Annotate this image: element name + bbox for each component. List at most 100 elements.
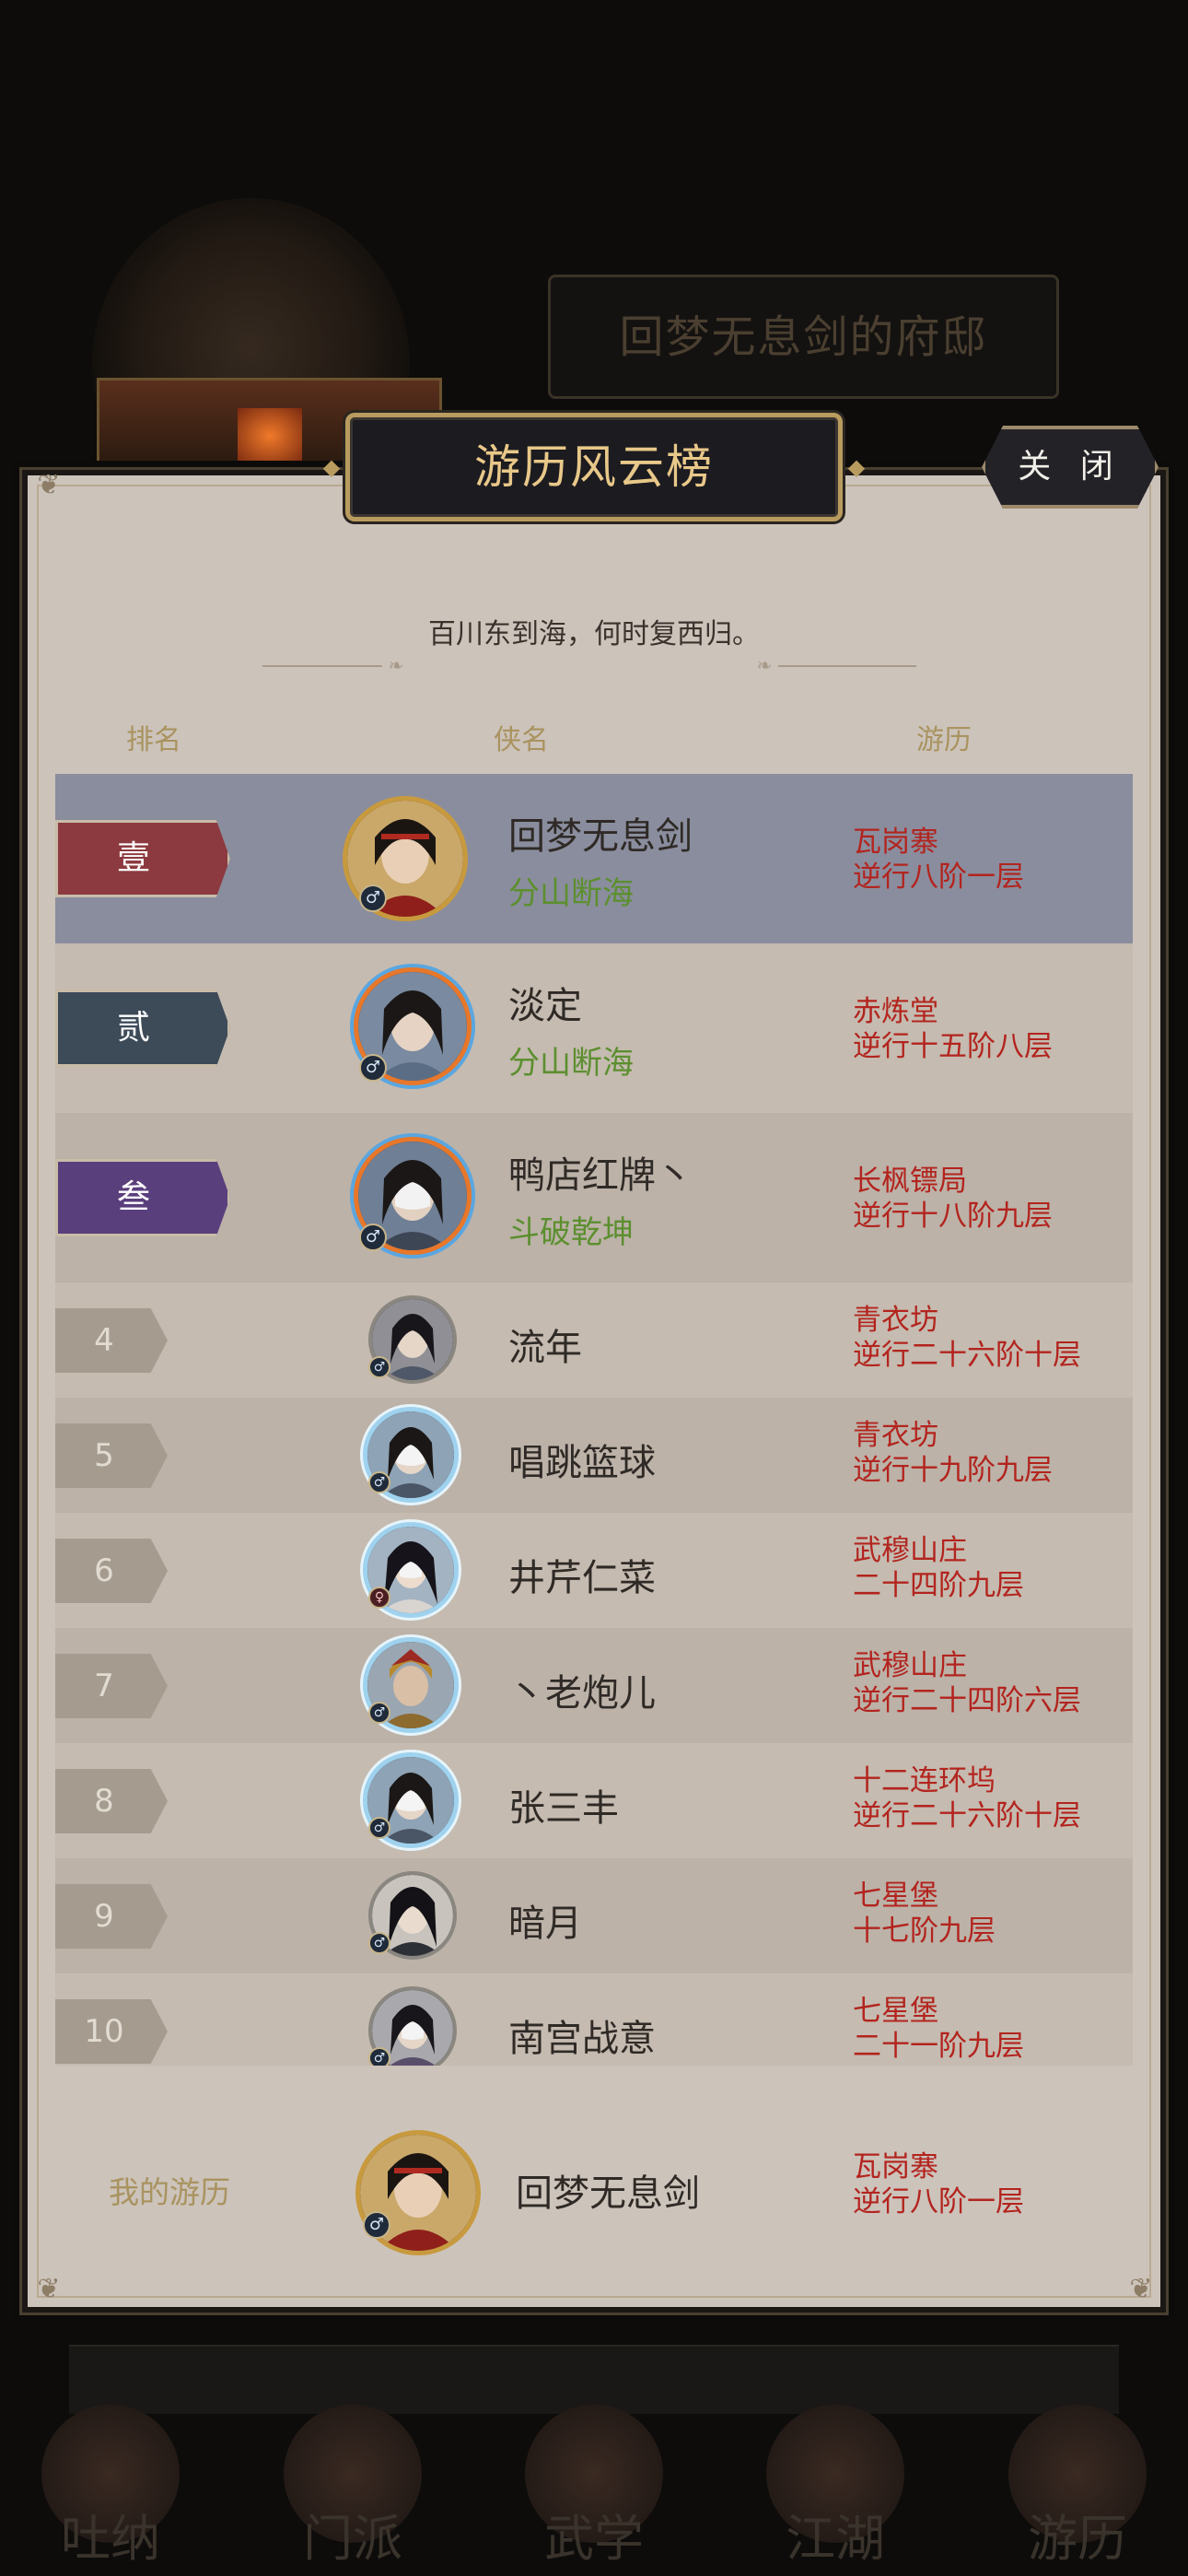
rank-tag: 6 bbox=[55, 1539, 168, 1603]
player-name: 回梦无息剑 bbox=[508, 815, 693, 858]
divider bbox=[262, 665, 382, 667]
player-stage: 二十一阶九层 bbox=[853, 2030, 1024, 2063]
nav-label: 吐纳 bbox=[61, 2510, 160, 2568]
column-header-name: 侠名 bbox=[494, 724, 549, 756]
player-title: 斗破乾坤 bbox=[508, 1214, 634, 1251]
title-wing-left-icon: ◆ bbox=[322, 454, 341, 480]
player-stage: 逆行八阶一层 bbox=[853, 861, 1024, 894]
rank-tag: 8 bbox=[55, 1769, 168, 1833]
table-row[interactable]: 8 ♂ 张三丰 十二连环坞 逆行二十六阶十层 bbox=[55, 1743, 1133, 1858]
player-name: 张三丰 bbox=[508, 1787, 619, 1830]
column-header-rank: 排名 bbox=[126, 724, 181, 756]
player-sect: 十二连环坞 bbox=[853, 1764, 996, 1797]
rank-badge-silver: 贰 bbox=[55, 989, 230, 1067]
nav-label: 江湖 bbox=[786, 2510, 885, 2568]
nav-label: 门派 bbox=[303, 2510, 402, 2568]
male-icon: ♂ bbox=[363, 2211, 390, 2239]
player-sect: 七星堡 bbox=[853, 1879, 938, 1913]
nav-label: 游历 bbox=[1028, 2510, 1127, 2568]
motto-text: 百川东到海，何时复西归。 bbox=[428, 618, 760, 650]
column-header-travel: 游历 bbox=[916, 724, 972, 756]
table-row[interactable]: 5 ♂ 唱跳篮球 青衣坊 逆行十九阶九层 bbox=[55, 1398, 1133, 1513]
rank-label: 6 bbox=[94, 1552, 114, 1589]
male-icon: ♂ bbox=[359, 1054, 387, 1082]
rank-tag: 7 bbox=[55, 1654, 168, 1718]
male-icon: ♂ bbox=[368, 1702, 390, 1724]
nav-tuna[interactable]: 吐纳 bbox=[32, 2395, 189, 2576]
my-sect: 瓦岗寨 bbox=[853, 2150, 938, 2184]
player-sect: 青衣坊 bbox=[853, 1419, 938, 1452]
player-stage: 逆行二十六阶十层 bbox=[853, 1799, 1081, 1832]
male-icon: ♂ bbox=[368, 1356, 390, 1378]
table-row[interactable]: 9 ♂ 暗月 七星堡 十七阶九层 bbox=[55, 1858, 1133, 1973]
table-row[interactable]: 6 ♀ 井芹仁菜 武穆山庄 二十四阶九层 bbox=[55, 1513, 1133, 1628]
title-wing-right-icon: ◆ bbox=[847, 454, 866, 480]
player-stage: 二十四阶九层 bbox=[853, 1569, 1024, 1602]
table-row[interactable]: 10 ♂ 南宫战意 七星堡 二十一阶九层 bbox=[55, 1973, 1133, 2066]
player-stage: 逆行二十四阶六层 bbox=[853, 1684, 1081, 1717]
table-row[interactable]: 贰 ♂ 淡定 分山断海 赤炼堂 逆行十五阶八层 bbox=[55, 943, 1133, 1113]
nav-label: 武学 bbox=[544, 2510, 644, 2568]
table-row[interactable]: 4 ♂ 流年 青衣坊 逆行二十六阶十层 bbox=[55, 1282, 1133, 1398]
rank-label: 9 bbox=[94, 1898, 114, 1935]
nav-jianghu[interactable]: 江湖 bbox=[757, 2395, 914, 2576]
player-sect: 青衣坊 bbox=[853, 1304, 938, 1337]
divider bbox=[778, 665, 916, 667]
close-button[interactable]: 关 闭 bbox=[982, 426, 1159, 509]
ranking-list[interactable]: 壹 ♂ 回梦无息剑 分山断海 瓦岗寨 逆行八阶一层 贰 ♂ 淡定 分山断海 赤炼… bbox=[55, 774, 1133, 2066]
modal-title-plate: 游历风云榜 bbox=[345, 413, 843, 521]
female-icon: ♀ bbox=[368, 1587, 390, 1609]
residence-title: 回梦无息剑的府邸 bbox=[548, 275, 1059, 399]
rank-tag: 10 bbox=[55, 1999, 168, 2064]
player-name: 井芹仁菜 bbox=[508, 1557, 656, 1599]
rank-label: 5 bbox=[94, 1437, 114, 1474]
male-icon: ♂ bbox=[359, 884, 387, 912]
player-sect: 瓦岗寨 bbox=[853, 825, 938, 859]
table-row[interactable]: 叁 ♂ 鸭店红牌丶 斗破乾坤 长枫镖局 逆行十八阶九层 bbox=[55, 1113, 1133, 1282]
corner-ornament-icon: ❦ bbox=[37, 2273, 61, 2305]
my-stage: 逆行八阶一层 bbox=[853, 2185, 1024, 2219]
rank-label: 贰 bbox=[116, 1009, 150, 1047]
player-stage: 逆行十九阶九层 bbox=[853, 1454, 1053, 1487]
divider-ornament-icon: ❧ bbox=[756, 654, 773, 676]
player-stage: 逆行二十六阶十层 bbox=[853, 1339, 1081, 1372]
player-stage: 逆行十五阶八层 bbox=[853, 1030, 1053, 1063]
male-icon: ♂ bbox=[368, 2047, 390, 2066]
player-name: 流年 bbox=[508, 1327, 582, 1369]
player-sect: 长枫镖局 bbox=[853, 1165, 967, 1198]
player-name: 丶老炮儿 bbox=[508, 1672, 656, 1715]
modal-title: 游历风云榜 bbox=[474, 440, 714, 494]
table-row[interactable]: 7 ♂ 丶老炮儿 武穆山庄 逆行二十四阶六层 bbox=[55, 1628, 1133, 1743]
player-stage: 十七阶九层 bbox=[853, 1914, 996, 1948]
rank-label: 10 bbox=[84, 2013, 124, 2050]
rank-tag: 5 bbox=[55, 1423, 168, 1488]
rank-badge-bronze: 叁 bbox=[55, 1159, 230, 1236]
player-sect: 赤炼堂 bbox=[853, 995, 938, 1028]
male-icon: ♂ bbox=[368, 1932, 390, 1954]
table-row[interactable]: 壹 ♂ 回梦无息剑 分山断海 瓦岗寨 逆行八阶一层 bbox=[55, 774, 1133, 943]
my-record-label: 我的游历 bbox=[109, 2174, 230, 2210]
nav-sect[interactable]: 门派 bbox=[274, 2395, 431, 2576]
close-button-label: 关 闭 bbox=[1018, 448, 1123, 486]
rank-badge-gold: 壹 bbox=[55, 820, 230, 897]
male-icon: ♂ bbox=[359, 1224, 387, 1251]
player-name: 南宫战意 bbox=[508, 2018, 656, 2060]
player-title: 分山断海 bbox=[508, 1045, 634, 1082]
player-stage: 逆行十八阶九层 bbox=[853, 1200, 1053, 1233]
nav-travel[interactable]: 游历 bbox=[999, 2395, 1156, 2576]
rank-label: 7 bbox=[94, 1668, 114, 1704]
rank-tag: 4 bbox=[55, 1308, 168, 1373]
corner-ornament-icon: ❦ bbox=[37, 469, 61, 501]
divider-ornament-icon: ❧ bbox=[388, 654, 404, 676]
player-name: 淡定 bbox=[508, 985, 582, 1027]
male-icon: ♂ bbox=[368, 1817, 390, 1839]
player-sect: 七星堡 bbox=[853, 1995, 938, 2028]
rank-label: 4 bbox=[94, 1322, 114, 1359]
my-name: 回梦无息剑 bbox=[516, 2172, 700, 2215]
rank-label: 8 bbox=[94, 1783, 114, 1820]
player-name: 鸭店红牌丶 bbox=[508, 1154, 693, 1197]
player-name: 唱跳篮球 bbox=[508, 1442, 656, 1484]
nav-martial[interactable]: 武学 bbox=[516, 2395, 672, 2576]
player-name: 暗月 bbox=[508, 1903, 582, 1945]
player-sect: 武穆山庄 bbox=[853, 1534, 967, 1567]
